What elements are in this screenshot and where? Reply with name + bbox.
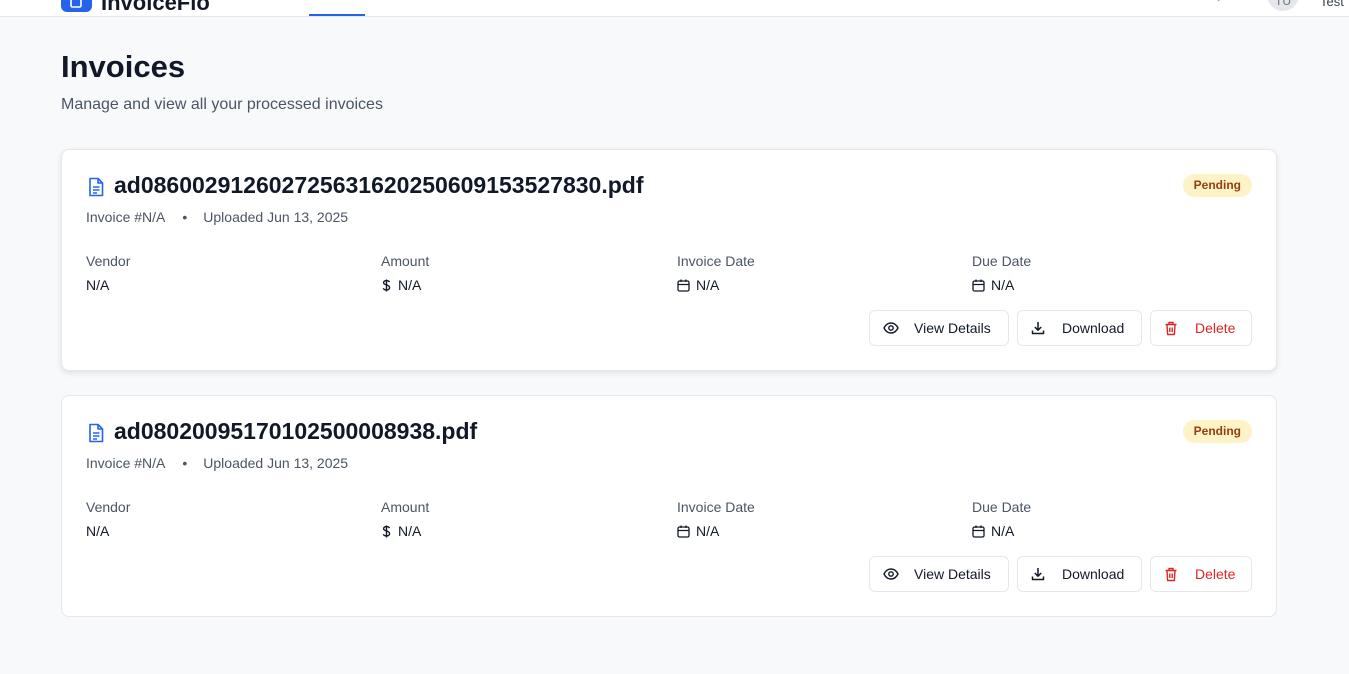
vendor-value: N/A bbox=[86, 523, 110, 539]
download-button[interactable]: Download bbox=[1017, 310, 1142, 346]
eye-icon bbox=[883, 322, 899, 334]
due-date-label: Due Date bbox=[972, 253, 1032, 269]
due-date-value: N/A bbox=[972, 277, 1014, 293]
view-details-button[interactable]: View Details bbox=[869, 310, 1009, 346]
due-date-label: Due Date bbox=[972, 499, 1032, 515]
invoice-card: ad08020095170102500008938.pdf Invoice #N… bbox=[61, 395, 1277, 617]
invoice-date-label: Invoice Date bbox=[677, 253, 755, 269]
eye-icon bbox=[883, 568, 899, 580]
invoice-date-label: Invoice Date bbox=[677, 499, 755, 515]
document-icon bbox=[70, 0, 82, 8]
view-details-label: View Details bbox=[914, 566, 991, 582]
vendor-label: Vendor bbox=[86, 499, 131, 515]
invoice-number: Invoice #N/A bbox=[86, 209, 166, 225]
amount-text: N/A bbox=[398, 523, 422, 539]
view-details-button[interactable]: View Details bbox=[869, 556, 1009, 592]
amount-value: N/A bbox=[381, 277, 421, 293]
view-details-label: View Details bbox=[914, 320, 991, 336]
invoice-date-text: N/A bbox=[696, 523, 720, 539]
logo[interactable] bbox=[61, 0, 92, 12]
invoice-date-value: N/A bbox=[677, 523, 719, 539]
status-badge: Pending bbox=[1182, 174, 1252, 197]
amount-text: N/A bbox=[398, 277, 422, 293]
invoice-filename[interactable]: ad08600291260272563162025060915352783​0.… bbox=[114, 172, 643, 199]
due-date-text: N/A bbox=[991, 277, 1015, 293]
separator-dot: • bbox=[182, 209, 188, 225]
invoice-date-value: N/A bbox=[677, 277, 719, 293]
amount-label: Amount bbox=[381, 499, 430, 515]
status-badge: Pending bbox=[1182, 420, 1252, 443]
delete-button[interactable]: Delete bbox=[1150, 310, 1252, 346]
calendar-icon bbox=[972, 525, 985, 538]
top-navigation-bar: InvoiceFlo TU Test bbox=[0, 0, 1349, 17]
amount-value: N/A bbox=[381, 523, 421, 539]
delete-label: Delete bbox=[1195, 566, 1236, 582]
invoice-number: Invoice #N/A bbox=[86, 455, 166, 471]
dollar-icon bbox=[382, 525, 391, 538]
invoice-date-text: N/A bbox=[696, 277, 720, 293]
avatar[interactable]: TU bbox=[1267, 0, 1299, 11]
file-text-icon bbox=[89, 177, 104, 197]
invoice-meta: Invoice #N/A • Uploaded Jun 13, 2025 bbox=[86, 455, 348, 471]
download-label: Download bbox=[1062, 566, 1125, 582]
calendar-icon bbox=[972, 279, 985, 292]
download-icon bbox=[1031, 322, 1045, 335]
due-date-text: N/A bbox=[991, 523, 1015, 539]
due-date-value: N/A bbox=[972, 523, 1014, 539]
file-text-icon bbox=[89, 423, 104, 443]
vendor-value: N/A bbox=[86, 277, 110, 293]
active-nav-indicator bbox=[309, 14, 365, 16]
page-subtitle: Manage and view all your processed invoi… bbox=[61, 96, 383, 113]
download-button[interactable]: Download bbox=[1017, 556, 1142, 592]
trash-icon bbox=[1165, 321, 1177, 336]
page-title: Invoices bbox=[61, 49, 186, 84]
trash-icon bbox=[1165, 567, 1177, 582]
user-name[interactable]: Test bbox=[1320, 0, 1344, 9]
calendar-icon bbox=[677, 525, 690, 538]
delete-label: Delete bbox=[1195, 320, 1236, 336]
download-label: Download bbox=[1062, 320, 1125, 336]
invoice-filename[interactable]: ad08020095170102500008938.pdf bbox=[114, 418, 477, 445]
calendar-icon bbox=[677, 279, 690, 292]
app-name: InvoiceFlo bbox=[101, 0, 210, 15]
upload-date: Uploaded Jun 13, 2025 bbox=[203, 455, 349, 471]
upload-date: Uploaded Jun 13, 2025 bbox=[203, 209, 349, 225]
chevron-icon[interactable] bbox=[1212, 0, 1224, 4]
download-icon bbox=[1031, 568, 1045, 581]
amount-label: Amount bbox=[381, 253, 430, 269]
invoice-meta: Invoice #N/A • Uploaded Jun 13, 2025 bbox=[86, 209, 348, 225]
vendor-label: Vendor bbox=[86, 253, 131, 269]
separator-dot: • bbox=[182, 455, 188, 471]
invoice-card: ad08600291260272563162025060915352783​0.… bbox=[61, 149, 1277, 371]
delete-button[interactable]: Delete bbox=[1150, 556, 1252, 592]
dollar-icon bbox=[382, 279, 391, 292]
